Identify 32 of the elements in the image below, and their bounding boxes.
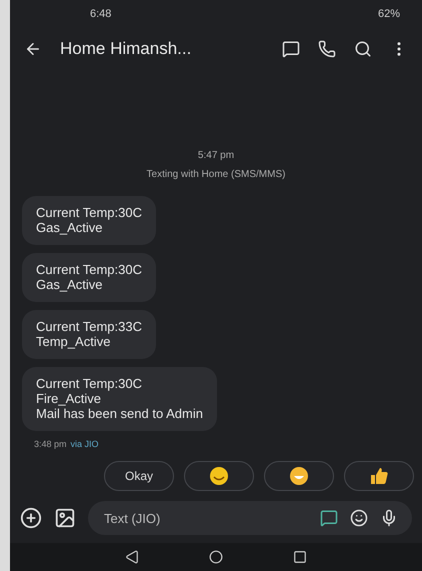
- message-bubble: Current Temp:30C Gas_Active: [22, 196, 156, 245]
- grin-emoji-icon: [289, 466, 309, 486]
- message-bubble: Current Temp:30C Gas_Active: [22, 253, 156, 302]
- reply-suggestion[interactable]: Okay: [104, 461, 174, 491]
- back-nav-icon[interactable]: [125, 550, 139, 564]
- message-bubble: Current Temp:30C Fire_Active Mail has been send to Admin: [22, 367, 217, 431]
- message-bubble: Current Temp:33C Temp_Active: [22, 310, 156, 359]
- conversation-info: Texting with Home (SMS/MMS): [146, 169, 286, 180]
- battery-level: 62%: [378, 8, 400, 20]
- home-nav-icon[interactable]: [209, 550, 223, 564]
- emoji-icon[interactable]: [350, 509, 368, 527]
- status-time: 6:48: [90, 8, 112, 20]
- timestamp: 5:47 pm: [196, 150, 236, 161]
- sim-icon[interactable]: [320, 509, 338, 527]
- recents-nav-icon[interactable]: [293, 550, 307, 564]
- thumbs-up-icon: [369, 466, 389, 486]
- phone-icon[interactable]: [318, 40, 336, 58]
- mic-icon[interactable]: [380, 509, 398, 527]
- reply-suggestion[interactable]: [344, 461, 414, 491]
- sent-via: via JIO: [70, 439, 99, 449]
- chat-icon[interactable]: [282, 40, 300, 58]
- sent-time: 3:48 pm: [34, 439, 67, 449]
- add-icon[interactable]: [20, 507, 42, 529]
- gallery-icon[interactable]: [54, 507, 76, 529]
- reply-suggestion[interactable]: [184, 461, 254, 491]
- message-field[interactable]: Text (JIO): [88, 501, 412, 535]
- smile-emoji-icon: [209, 466, 229, 486]
- contact-name: Home Himansh...: [60, 39, 192, 59]
- reply-suggestion[interactable]: [264, 461, 334, 491]
- search-icon[interactable]: [354, 40, 372, 58]
- back-icon[interactable]: [24, 40, 42, 58]
- message-input[interactable]: Text (JIO): [102, 510, 308, 526]
